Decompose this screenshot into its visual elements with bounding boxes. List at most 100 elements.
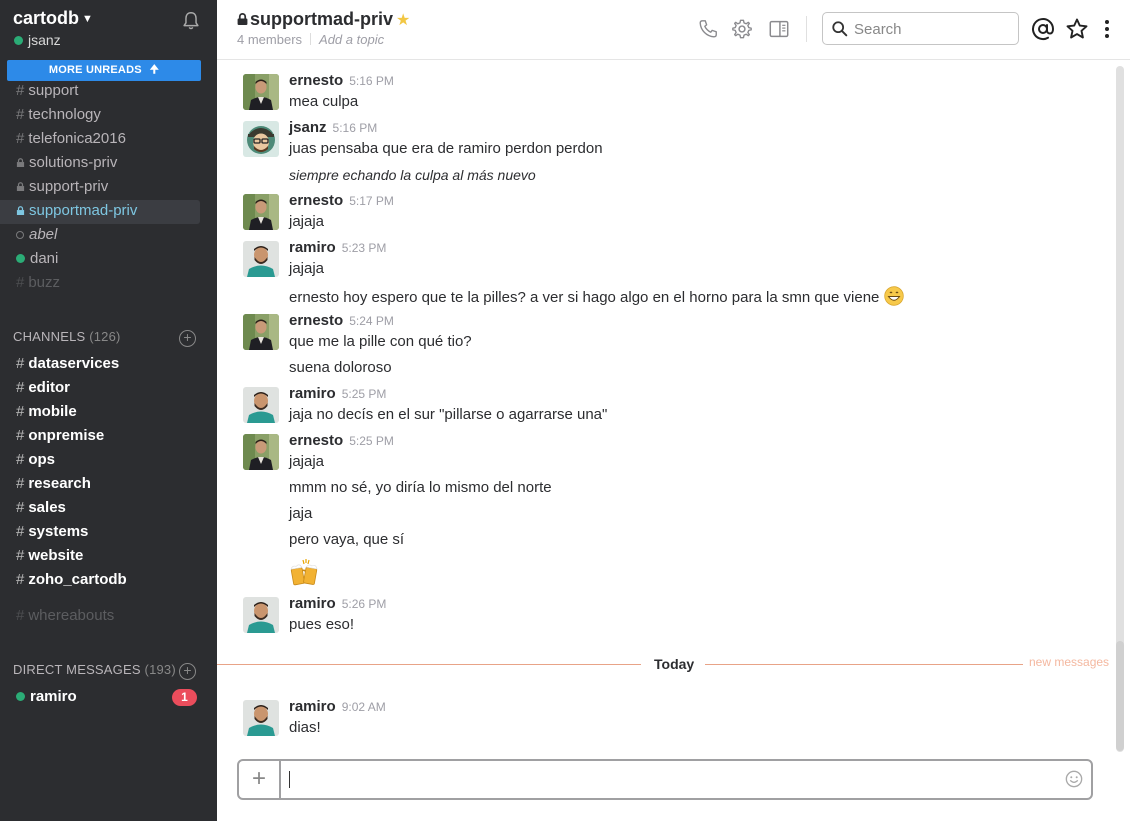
message-text: mmm no sé, yo diría lo mismo del norte [289,479,552,496]
avatar-ramiro[interactable] [243,241,279,277]
timestamp[interactable]: 5:25 PM [349,434,394,448]
sender-name[interactable]: ernesto 5:17 PM [289,192,394,209]
sidebar-toggle-icon[interactable] [768,18,790,40]
current-user[interactable]: jsanz [14,32,61,48]
sender-name[interactable]: ramiro 5:25 PM [289,385,386,402]
sidebar-item-abel[interactable]: abel [0,224,217,248]
mentions-icon[interactable] [1031,17,1055,41]
sidebar-item-whereabouts[interactable]: # whereabouts [0,605,217,629]
avatar-jsanz[interactable] [243,121,279,157]
sidebar-item-support-priv[interactable]: support-priv [0,176,217,200]
search-input[interactable] [854,18,1014,40]
hash-icon: # [16,274,25,291]
avatar-ramiro[interactable] [243,700,279,736]
timestamp[interactable]: 5:23 PM [342,241,387,255]
sidebar-item-sales[interactable]: # sales [0,497,217,521]
sidebar-item-mobile[interactable]: # mobile [0,401,217,425]
channel-meta: 4 members Add a topic [237,32,384,47]
sidebar-item-editor[interactable]: # editor [0,377,217,401]
starred-icon[interactable]: ★ [396,12,410,29]
message-list: ernesto 5:16 PM mea culpa jsanz 5:16 PM ju… [217,61,1130,751]
message-text: jajaja [289,213,325,230]
avatar-ernesto[interactable] [243,314,279,350]
team-menu[interactable]: cartodb ▼ jsanz [0,0,217,60]
sender-name[interactable]: ramiro 5:26 PM [289,595,386,612]
day-divider-line [217,664,641,665]
star-icon[interactable] [1065,17,1089,41]
new-messages-marker: new messages [1029,655,1110,669]
emoji-picker-icon[interactable] [1065,770,1083,788]
add-channel-icon[interactable]: + [179,330,196,347]
sender-name[interactable]: ernesto 5:24 PM [289,312,394,329]
message-text: mea culpa [289,93,359,110]
message-input[interactable] [289,768,1049,790]
sidebar-item-telefonica2016[interactable]: # telefonica2016 [0,128,217,152]
timestamp[interactable]: 9:02 AM [342,700,386,714]
search-box[interactable] [822,12,1019,45]
phone-icon[interactable] [697,18,719,40]
channel-title[interactable]: supportmad-priv ★ [237,9,410,30]
sidebar-item-research[interactable]: # research [0,473,217,497]
avatar-ernesto[interactable] [243,194,279,230]
gear-icon[interactable] [731,18,753,40]
away-status-icon [16,231,24,239]
sidebar-item-solutions-priv[interactable]: solutions-priv [0,152,217,176]
avatar-ernesto[interactable] [243,434,279,470]
more-unreads-button[interactable]: MORE UNREADS 🠉 [7,60,201,81]
sidebar-item-onpremise[interactable]: # onpremise [0,425,217,449]
sender-name[interactable]: ernesto 5:25 PM [289,432,394,449]
lock-icon [16,158,25,167]
hash-icon: # [16,571,25,588]
message-text: que me la pille con qué tio? [289,333,472,350]
sidebar-item-buzz[interactable]: # buzz [0,272,217,296]
timestamp[interactable]: 5:16 PM [349,74,394,88]
online-status-icon [16,254,25,263]
sidebar-item-website[interactable]: # website [0,545,217,569]
slack-app: cartodb ▼ jsanz MORE UNREADS 🠉 # support # t… [0,0,1130,821]
message-text: siempre echando la culpa al más nuevo [289,167,536,183]
avatar-ramiro[interactable] [243,387,279,423]
avatar-ernesto[interactable] [243,74,279,110]
sender-name[interactable]: ramiro 5:23 PM [289,239,386,256]
sidebar-item-technology[interactable]: # technology [0,104,217,128]
channels-header[interactable]: CHANNELS (126) [13,329,121,344]
sender-name[interactable]: ernesto 5:16 PM [289,72,394,89]
timestamp[interactable]: 5:26 PM [342,597,387,611]
hash-icon: # [16,106,25,123]
timestamp[interactable]: 5:17 PM [349,194,394,208]
timestamp[interactable]: 5:16 PM [333,121,378,135]
hash-icon: # [16,451,25,468]
member-count[interactable]: 4 members [237,32,302,47]
message-text: jaja [289,505,313,522]
message-text: jajaja [289,453,325,470]
hash-icon: # [16,130,25,147]
message-scrollbar[interactable] [1116,66,1124,752]
add-topic-link[interactable]: Add a topic [319,32,384,47]
more-vertical-icon[interactable] [1097,17,1117,41]
sender-name[interactable]: ramiro 9:02 AM [289,698,386,715]
online-status-icon [16,692,25,701]
sidebar-item-dataservices[interactable]: # dataservices [0,353,217,377]
attach-file-button[interactable]: + [239,761,281,798]
sidebar-item-dani[interactable]: dani [0,248,217,272]
sidebar-item-supportmad-priv[interactable]: supportmad-priv [0,200,200,224]
direct-messages-header[interactable]: DIRECT MESSAGES (193) [13,662,176,677]
avatar-ramiro[interactable] [243,597,279,633]
bell-icon[interactable] [180,10,202,32]
sidebar-item-zoho-cartodb[interactable]: # zoho_cartodb [0,569,217,593]
grinning-emoji-icon [883,286,904,306]
sidebar-item-systems[interactable]: # systems [0,521,217,545]
message-text: dias! [289,719,321,736]
sidebar-item-ops[interactable]: # ops [0,449,217,473]
add-dm-icon[interactable]: + [179,663,196,680]
team-name[interactable]: cartodb ▼ [13,8,93,29]
lock-icon [16,182,25,191]
presence-dot-icon [14,36,23,45]
timestamp[interactable]: 5:24 PM [349,314,394,328]
message-text: suena doloroso [289,359,392,376]
hash-icon: # [16,547,25,564]
scrollbar-thumb[interactable] [1116,641,1124,751]
sender-name[interactable]: jsanz 5:16 PM [289,119,377,136]
timestamp[interactable]: 5:25 PM [342,387,387,401]
sidebar-item-support[interactable]: # support [0,80,217,104]
